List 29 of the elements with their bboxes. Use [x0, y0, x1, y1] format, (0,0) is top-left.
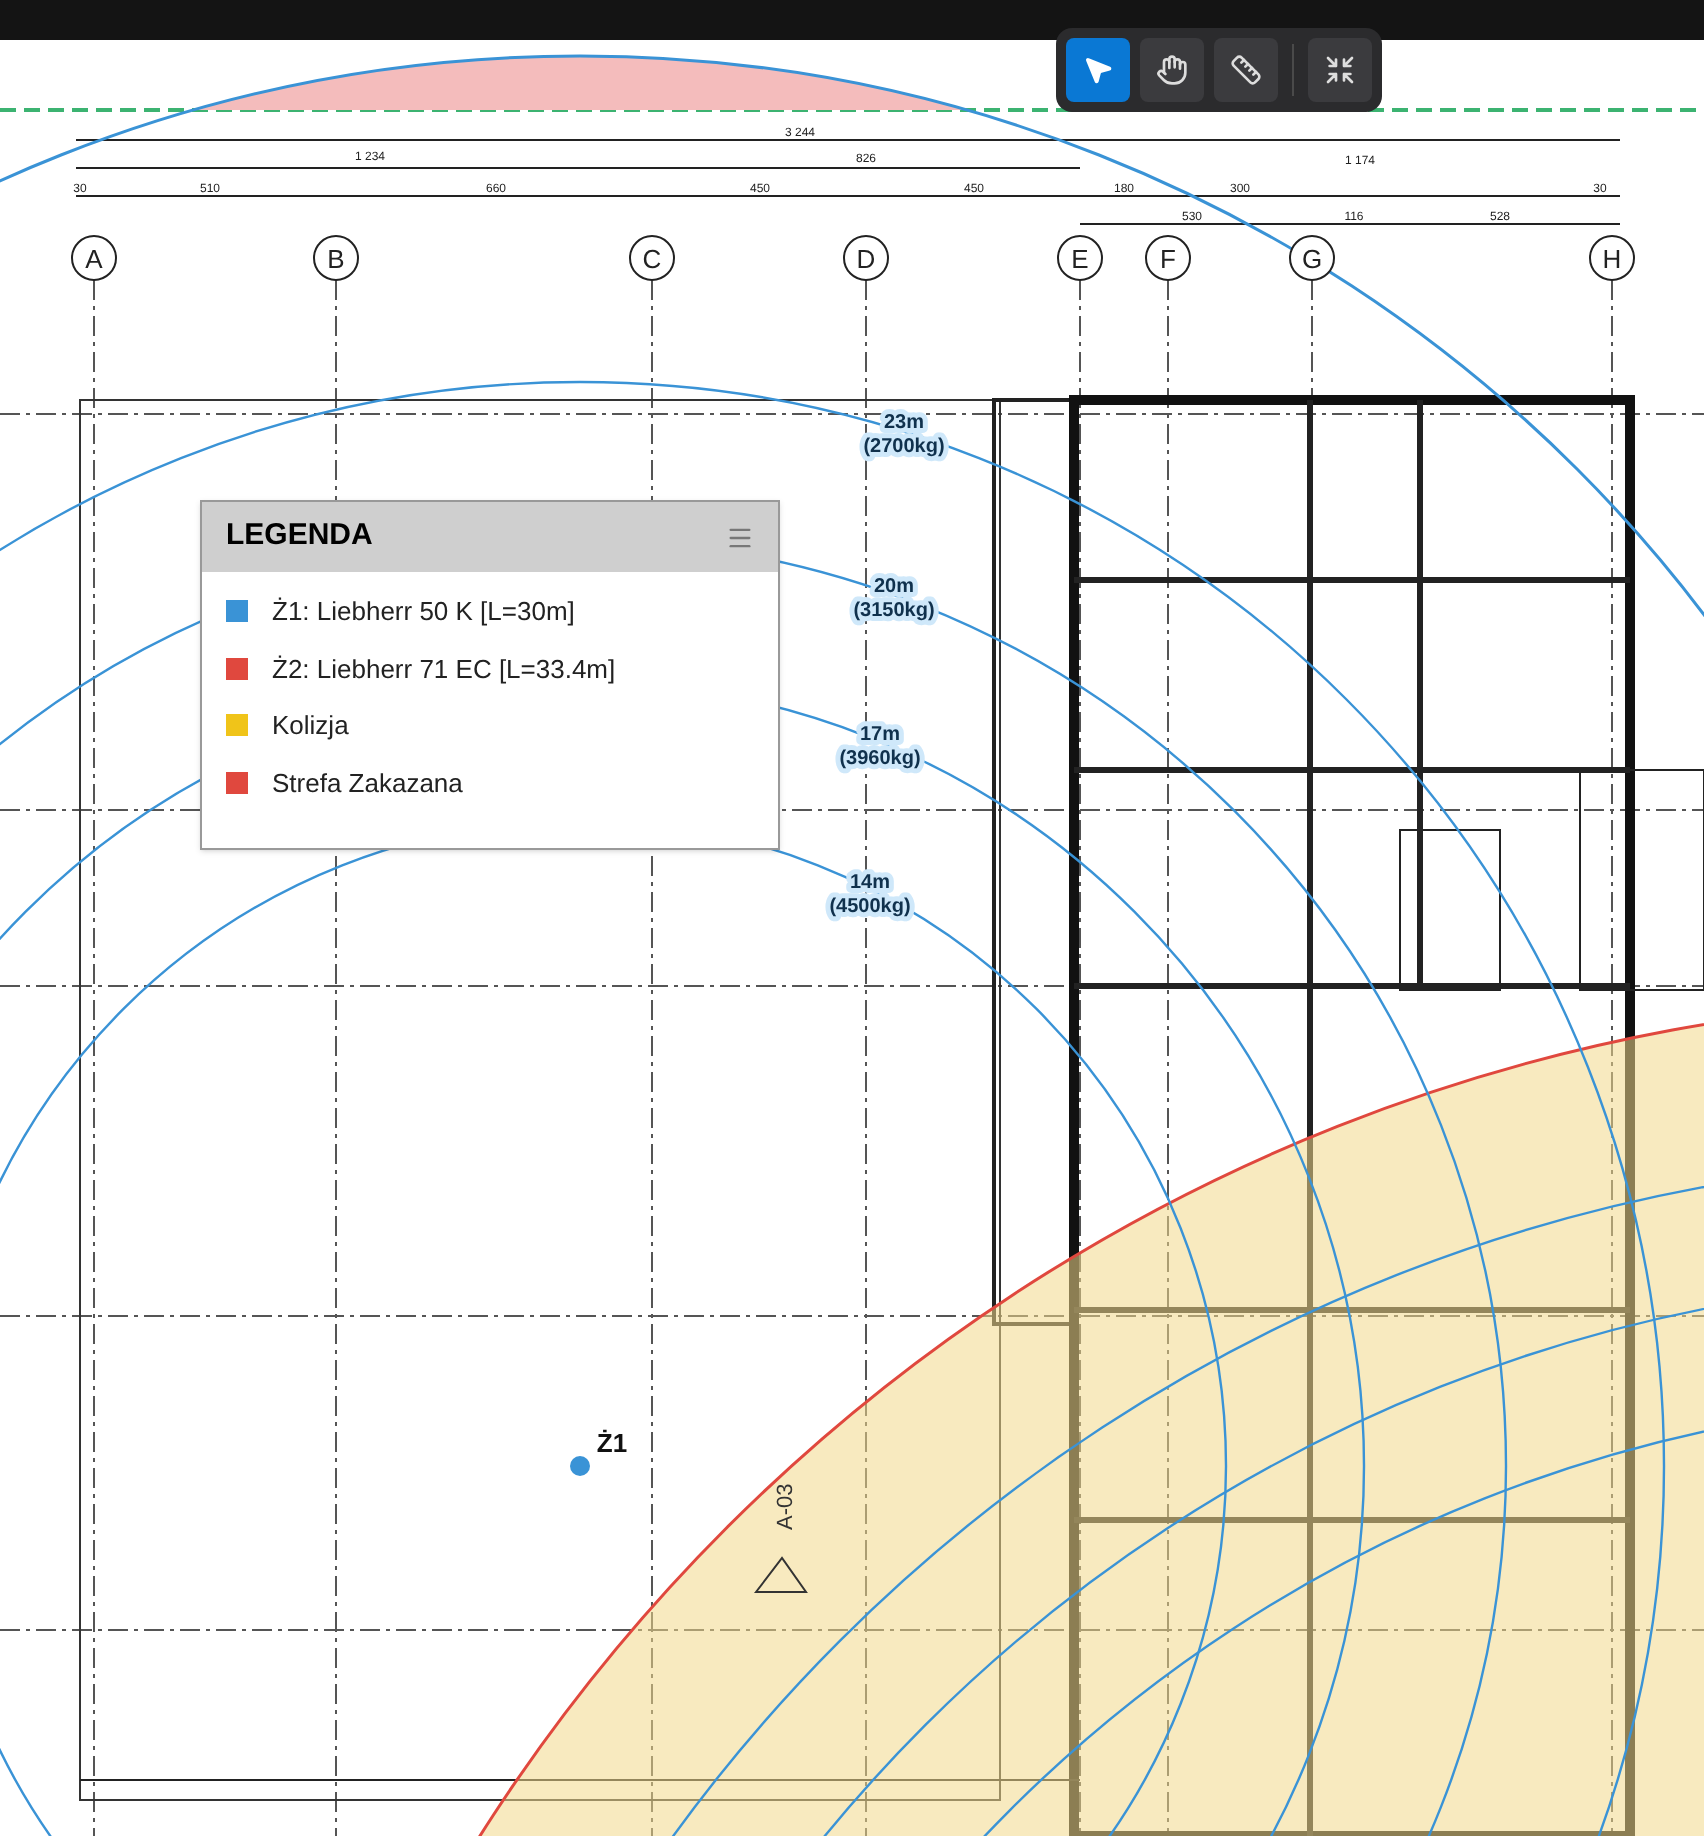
grid-axis-marker: F — [1145, 235, 1191, 281]
tool-button[interactable] — [1140, 38, 1204, 102]
legend-label: Ż2: Liebherr 71 EC [L=33.4m] — [272, 651, 616, 688]
shrink-icon — [1324, 54, 1356, 86]
ruler-icon — [1230, 54, 1262, 86]
pointer-icon — [1082, 54, 1114, 86]
grid-axis-marker: H — [1589, 235, 1635, 281]
legend-label: Strefa Zakazana — [272, 765, 463, 801]
radius-label: 20m — [874, 576, 914, 598]
section-marker-icon — [753, 1556, 808, 1593]
grid-axis-marker: E — [1057, 235, 1103, 281]
radius-label: 23m — [884, 412, 924, 434]
grid-axis-marker: G — [1289, 235, 1335, 281]
tool-button[interactable] — [1066, 38, 1130, 102]
hand-icon — [1156, 54, 1188, 86]
tool-button[interactable] — [1308, 38, 1372, 102]
legend-title: LEGENDA — [226, 516, 373, 557]
crane-label: Ż1 — [596, 1428, 628, 1458]
section-label: A-03 — [774, 1483, 798, 1530]
menu-icon[interactable] — [726, 523, 754, 551]
legend-label: Ż1: Liebherr 50 K [L=30m] — [272, 594, 575, 630]
load-label: (2700kg) — [863, 436, 945, 458]
legend-label: Kolizja — [272, 708, 349, 744]
grid-axis-marker: D — [843, 235, 889, 281]
grid-axis-marker: B — [313, 235, 359, 281]
radius-label: 17m — [860, 724, 900, 746]
grid-axis-marker: A — [71, 235, 117, 281]
tool-button[interactable] — [1214, 38, 1278, 102]
grid-axis-marker: C — [629, 235, 675, 281]
